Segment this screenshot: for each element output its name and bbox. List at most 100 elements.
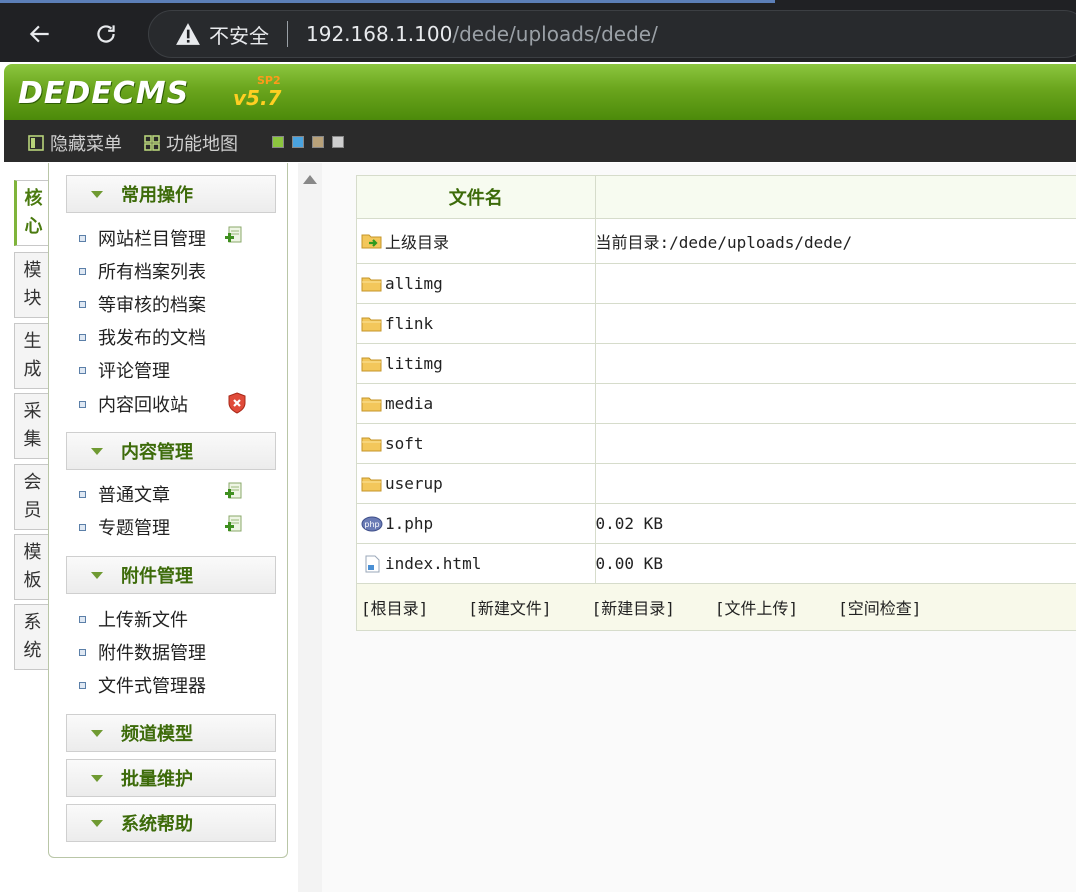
tab-template[interactable]: 模板 — [14, 534, 50, 600]
php-file-icon: php — [361, 516, 383, 531]
file-size: 0.00 KB — [594, 543, 1076, 584]
menu-item-label: 上传新文件 — [98, 610, 188, 631]
folder-icon — [361, 317, 382, 331]
theme-swatch-brown[interactable] — [312, 136, 324, 148]
menu-group-common[interactable]: 常用操作 — [66, 175, 276, 213]
tab-generate[interactable]: 生成 — [14, 323, 50, 389]
folder-link[interactable]: userup — [357, 474, 595, 493]
file-name[interactable]: index.html — [385, 554, 481, 573]
new-file-link[interactable]: [新建文件] — [468, 599, 551, 618]
menu-item-file-manager[interactable]: 文件式管理器 — [79, 672, 206, 698]
space-check-link[interactable]: [空间检查] — [838, 599, 921, 618]
folder-name[interactable]: media — [385, 394, 433, 413]
menu-item-attachment-data[interactable]: 附件数据管理 — [79, 639, 206, 665]
parent-dir-link[interactable]: 上级目录 — [357, 229, 595, 253]
bullet-icon — [79, 648, 86, 656]
menu-item-column-manage[interactable]: 网站栏目管理 — [79, 225, 206, 251]
menu-item-upload-file[interactable]: 上传新文件 — [79, 606, 188, 632]
menu-item-label: 文件式管理器 — [98, 676, 206, 697]
folder-link[interactable]: flink — [357, 314, 595, 333]
address-bar[interactable]: 不安全 192.168.1.100/dede/uploads/dede/ — [148, 10, 1076, 58]
tab-system-char2: 统 — [23, 640, 42, 661]
folder-link[interactable]: litimg — [357, 354, 595, 373]
reload-button[interactable] — [86, 14, 126, 54]
table-row: php 1.php 0.02 KB — [356, 503, 1076, 544]
bullet-icon — [79, 234, 86, 242]
tab-generate-char1: 生 — [23, 331, 42, 352]
file-link[interactable]: index.html — [357, 554, 595, 573]
menu-item-comments[interactable]: 评论管理 — [79, 357, 170, 383]
tab-member-char1: 会 — [23, 472, 42, 493]
menu-item-label: 内容回收站 — [98, 395, 188, 416]
folder-name[interactable]: userup — [385, 474, 443, 493]
tab-member[interactable]: 会员 — [14, 464, 50, 530]
root-dir-link[interactable]: [根目录] — [361, 599, 428, 618]
folder-link[interactable]: allimg — [357, 274, 595, 293]
tab-module-char2: 块 — [23, 288, 42, 309]
menu-item-article[interactable]: 普通文章 — [79, 481, 170, 507]
collapse-triangle-icon — [91, 447, 103, 455]
file-size — [594, 303, 1076, 344]
menu-item-pending-archives[interactable]: 等审核的档案 — [79, 291, 206, 317]
menu-item-topic[interactable]: 专题管理 — [79, 514, 170, 540]
back-button[interactable] — [20, 14, 60, 54]
menu-item-recycle-bin[interactable]: 内容回收站 — [79, 391, 188, 417]
url-path[interactable]: /dede/uploads/dede/ — [452, 22, 658, 46]
grid-icon — [144, 135, 160, 151]
parent-dir-cell: 上级目录 — [356, 218, 596, 264]
folder-link[interactable]: soft — [357, 434, 595, 453]
column-header-filename: 文件名 — [356, 175, 596, 219]
menu-group-attachments[interactable]: 附件管理 — [66, 556, 276, 594]
tab-module[interactable]: 模块 — [14, 252, 50, 318]
not-secure-label[interactable]: 不安全 — [209, 20, 269, 49]
theme-swatch-green[interactable] — [272, 136, 284, 148]
menu-group-help[interactable]: 系统帮助 — [66, 804, 276, 842]
menu-item-my-documents[interactable]: 我发布的文档 — [79, 324, 206, 350]
folder-name[interactable]: flink — [385, 314, 433, 333]
menu-item-all-archives[interactable]: 所有档案列表 — [79, 258, 206, 284]
tab-template-char1: 模 — [23, 542, 42, 563]
folder-name[interactable]: litimg — [385, 354, 443, 373]
tab-core-char2: 心 — [24, 216, 43, 237]
file-link[interactable]: php 1.php — [357, 514, 595, 533]
url-host[interactable]: 192.168.1.100 — [306, 22, 452, 46]
menu-item-label: 普通文章 — [98, 485, 170, 506]
menu-group-content[interactable]: 内容管理 — [66, 432, 276, 470]
bullet-icon — [79, 523, 86, 531]
menu-item-label: 附件数据管理 — [98, 643, 206, 664]
parent-dir-label[interactable]: 上级目录 — [385, 229, 449, 253]
new-dir-link[interactable]: [新建目录] — [592, 599, 675, 618]
upload-file-link[interactable]: [文件上传] — [715, 599, 798, 618]
theme-swatch-blue[interactable] — [292, 136, 304, 148]
folder-name[interactable]: soft — [385, 434, 424, 453]
bullet-icon — [79, 366, 86, 374]
add-column-icon[interactable] — [225, 226, 243, 246]
folder-link[interactable]: media — [357, 394, 595, 413]
tab-core[interactable]: 核心 — [14, 180, 50, 246]
tab-member-char2: 员 — [23, 500, 42, 521]
tab-collect-char2: 集 — [23, 429, 42, 450]
folder-name[interactable]: allimg — [385, 274, 443, 293]
tab-system[interactable]: 系统 — [14, 604, 50, 670]
content-scrollbar[interactable] — [298, 163, 322, 892]
folder-icon — [361, 397, 382, 411]
tab-core-char1: 核 — [24, 188, 43, 209]
menu-group-title: 附件管理 — [121, 566, 193, 587]
scroll-up-icon[interactable] — [303, 175, 317, 184]
hide-menu-button[interactable]: 隐藏菜单 — [28, 130, 122, 156]
table-row: soft — [356, 423, 1076, 464]
delete-shield-icon[interactable] — [227, 392, 247, 414]
site-map-button[interactable]: 功能地图 — [144, 130, 238, 156]
theme-swatch-gray[interactable] — [332, 136, 344, 148]
add-topic-icon[interactable] — [225, 515, 243, 535]
add-article-icon[interactable] — [225, 482, 243, 502]
warning-icon[interactable] — [175, 22, 201, 46]
file-name[interactable]: 1.php — [385, 514, 433, 533]
folder-up-icon — [361, 234, 382, 249]
tab-module-char1: 模 — [23, 260, 42, 281]
menu-group-channel-model[interactable]: 频道模型 — [66, 714, 276, 752]
collapse-triangle-icon — [91, 190, 103, 198]
tab-collect[interactable]: 采集 — [14, 393, 50, 459]
menu-group-batch[interactable]: 批量维护 — [66, 759, 276, 797]
file-table: 文件名 上级目录 当前目录:/dede/uploads/dede/ allimg… — [356, 175, 1076, 631]
